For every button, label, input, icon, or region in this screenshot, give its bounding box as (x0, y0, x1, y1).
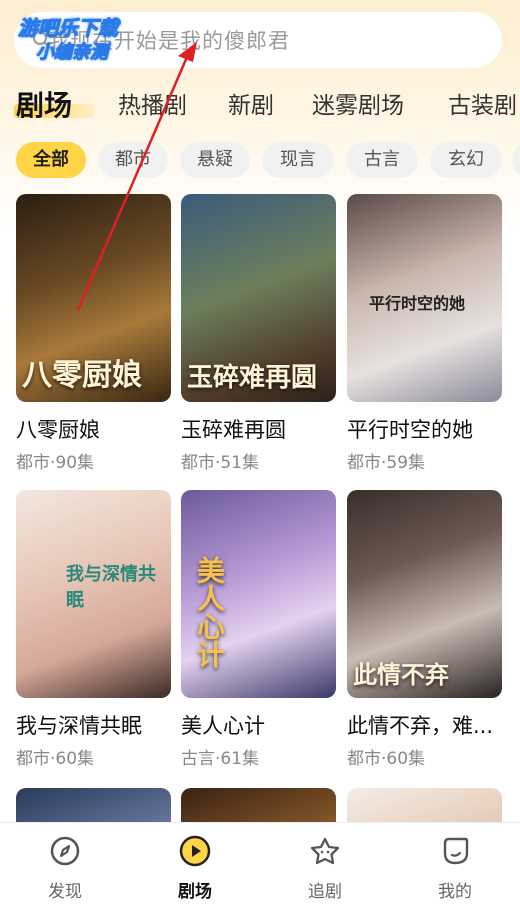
tab-new[interactable]: 新剧 (228, 84, 274, 128)
drama-title[interactable]: 八零厨娘 (16, 414, 171, 444)
chip-ancient-romance[interactable]: 古言 (346, 142, 418, 178)
drama-meta: 古言·61集 (181, 749, 260, 769)
drama-title[interactable]: 玉碎难再圆 (181, 414, 336, 444)
drama-card[interactable]: 美人心计 美人心计 古言·61集 (181, 490, 336, 769)
drama-poster[interactable]: 美人心计 (181, 490, 336, 698)
nav-label: 剧场 (178, 882, 212, 902)
drama-title[interactable]: 平行时空的她 (347, 414, 502, 444)
nav-label: 发现 (48, 882, 82, 902)
poster-title: 玉碎难再圆 (187, 363, 318, 393)
drama-title[interactable]: 此情不弃，难... (347, 710, 502, 740)
profile-icon (443, 837, 469, 865)
nav-label: 追剧 (308, 882, 342, 902)
chip-modern-romance[interactable]: 现言 (262, 142, 334, 178)
drama-card[interactable]: 八零厨娘 八零厨娘 都市·90集 (16, 194, 171, 473)
chip-fantasy[interactable]: 玄幻 (430, 142, 502, 178)
chip-suspense[interactable]: 悬疑 (180, 142, 250, 178)
nav-discover[interactable]: 发现 (0, 823, 130, 904)
drama-poster[interactable]: 八零厨娘 (16, 194, 171, 402)
drama-title[interactable]: 我与深情共眠 (16, 710, 171, 740)
drama-meta: 都市·60集 (347, 749, 426, 769)
drama-title[interactable]: 美人心计 (181, 710, 336, 740)
poster-title: 此情不弃 (353, 661, 449, 689)
tab-theater[interactable]: 剧场 (16, 84, 72, 128)
drama-poster[interactable]: 我与深情共眠 (16, 490, 171, 698)
play-icon (179, 835, 211, 867)
tab-costume[interactable]: 古装剧 (448, 84, 517, 128)
drama-poster[interactable]: 此情不弃 (347, 490, 502, 698)
genre-filter: 全部 都市 悬疑 现言 古言 玄幻 (0, 142, 520, 182)
compass-icon (50, 836, 80, 866)
category-tabs: 剧场 热播剧 新剧 迷雾剧场 古装剧 (0, 84, 520, 130)
poster-title: 八零厨娘 (22, 358, 142, 393)
nav-follow[interactable]: 追剧 (260, 823, 390, 904)
chip-urban[interactable]: 都市 (98, 142, 168, 178)
tab-mystery[interactable]: 迷雾剧场 (312, 84, 404, 128)
drama-card[interactable]: 此情不弃 此情不弃，难... 都市·60集 (347, 490, 502, 769)
drama-meta: 都市·59集 (347, 453, 426, 473)
nav-label: 我的 (438, 882, 472, 902)
poster-title: 美人心计 (193, 556, 226, 668)
poster-title: 我与深情共眠 (66, 564, 156, 611)
watermark: 游吧乐下载 小编亲测 (14, 12, 144, 64)
bottom-navigation: 发现 剧场 追剧 我的 (0, 822, 520, 904)
drama-card[interactable]: 我与深情共眠 我与深情共眠 都市·60集 (16, 490, 171, 769)
drama-meta: 都市·51集 (181, 453, 260, 473)
drama-meta: 都市·60集 (16, 749, 95, 769)
chip-all[interactable]: 全部 (16, 142, 86, 178)
drama-poster[interactable]: 平行时空的她 (347, 194, 502, 402)
nav-profile[interactable]: 我的 (390, 823, 520, 904)
chip-more[interactable] (512, 142, 520, 178)
drama-card[interactable]: 玉碎难再圆 玉碎难再圆 都市·51集 (181, 194, 336, 473)
tab-hot[interactable]: 热播剧 (118, 84, 187, 128)
poster-title: 平行时空的她 (369, 294, 466, 313)
watermark-line1: 游吧乐下载 (18, 16, 119, 41)
drama-meta: 都市·90集 (16, 453, 95, 473)
star-icon (310, 837, 340, 865)
watermark-line2: 小编亲测 (36, 42, 109, 64)
drama-poster[interactable]: 玉碎难再圆 (181, 194, 336, 402)
drama-card[interactable]: 平行时空的她 平行时空的她 都市·59集 (347, 194, 502, 473)
nav-theater[interactable]: 剧场 (130, 823, 260, 904)
